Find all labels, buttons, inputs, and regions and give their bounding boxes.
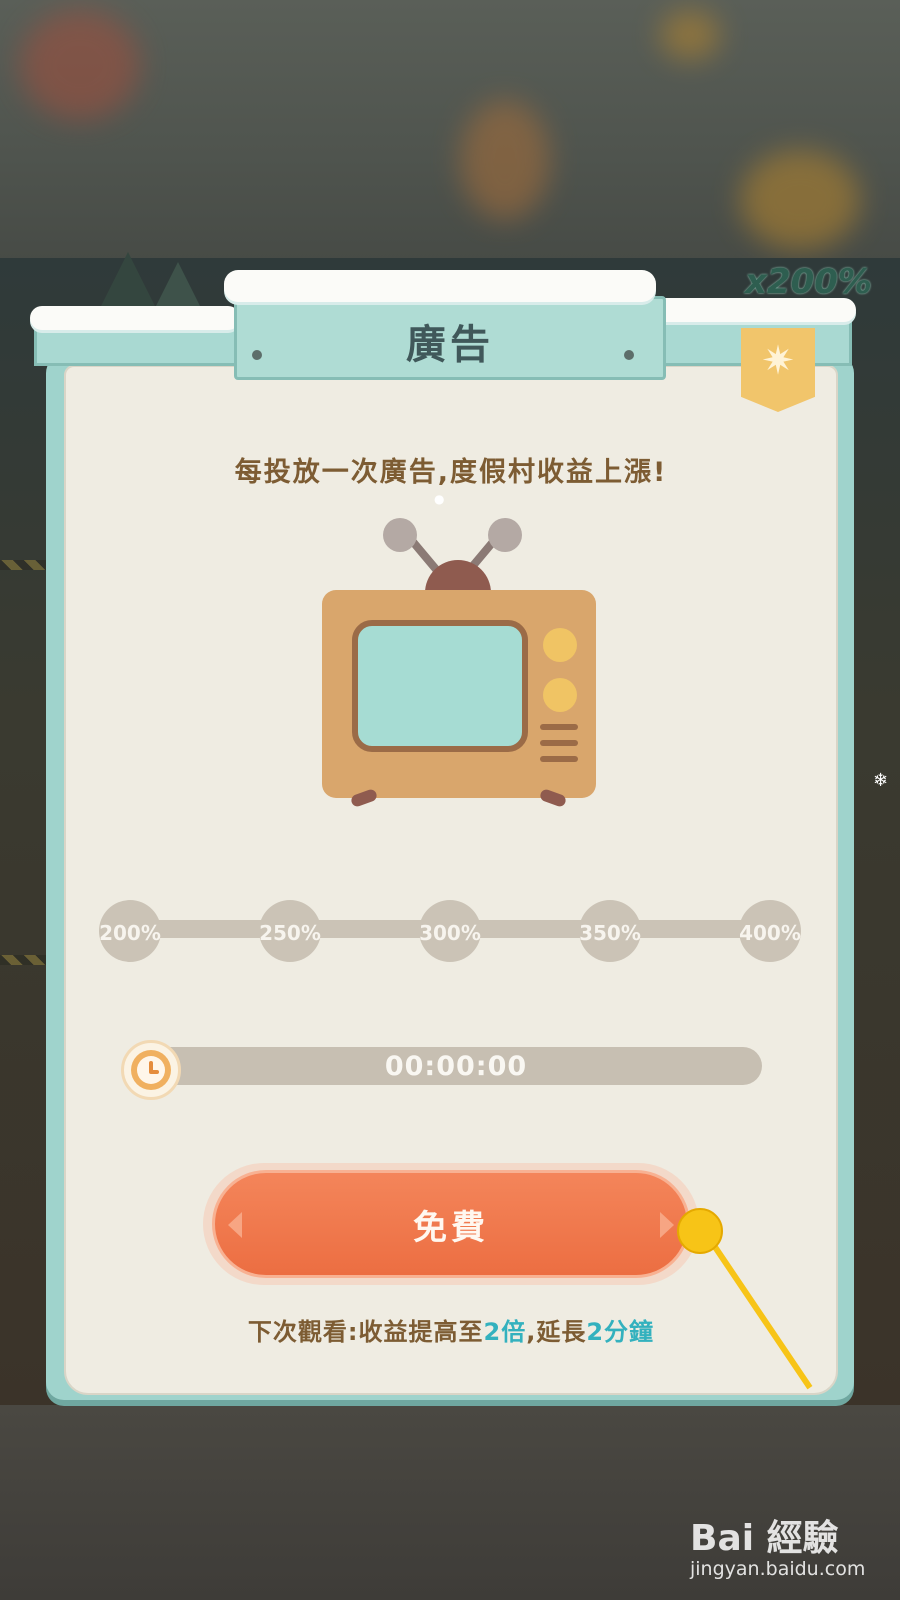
game-background-top: [0, 0, 900, 260]
bonus-step-label: 350%: [579, 921, 641, 945]
note-middle: ,延長: [526, 1318, 587, 1346]
dialog-title: 廣告: [406, 322, 494, 368]
snowflake-emblem-icon: ✷: [761, 338, 795, 384]
bonus-step-label: 200%: [99, 921, 161, 945]
snow-cap-title: [224, 270, 656, 302]
next-watch-note: 下次觀看:收益提高至2倍,延長2分鐘: [64, 1312, 838, 1347]
hazard-stripe: [0, 955, 50, 965]
tap-pointer-dot: [677, 1208, 723, 1254]
baidu-watermark-logo: Bai 經驗: [690, 1518, 839, 1559]
baidu-watermark-url: jingyan.baidu.com: [690, 1558, 866, 1580]
timer-value: 00:00:00: [384, 1051, 528, 1082]
note-multiplier: 2倍: [483, 1318, 527, 1346]
bonus-step-label: 400%: [739, 921, 801, 945]
income-multiplier-label: x200%: [745, 262, 872, 302]
note-duration: 2分鐘: [586, 1318, 655, 1346]
snowflake-icon: ❄: [873, 770, 889, 791]
tree-icon: [100, 252, 156, 308]
free-button-label[interactable]: 免費: [212, 1200, 690, 1249]
snow-cap-right: [650, 298, 856, 322]
note-prefix: 下次觀看:收益提高至: [247, 1318, 484, 1346]
hazard-stripe: [0, 560, 50, 570]
bonus-step-label: 300%: [419, 921, 481, 945]
bonus-step-label: 250%: [259, 921, 321, 945]
snow-cap-left: [30, 306, 240, 330]
dialog-subtitle: 每投放一次廣告,度假村收益上漲!: [234, 457, 668, 488]
snowflake-icon: ●: [434, 492, 445, 506]
